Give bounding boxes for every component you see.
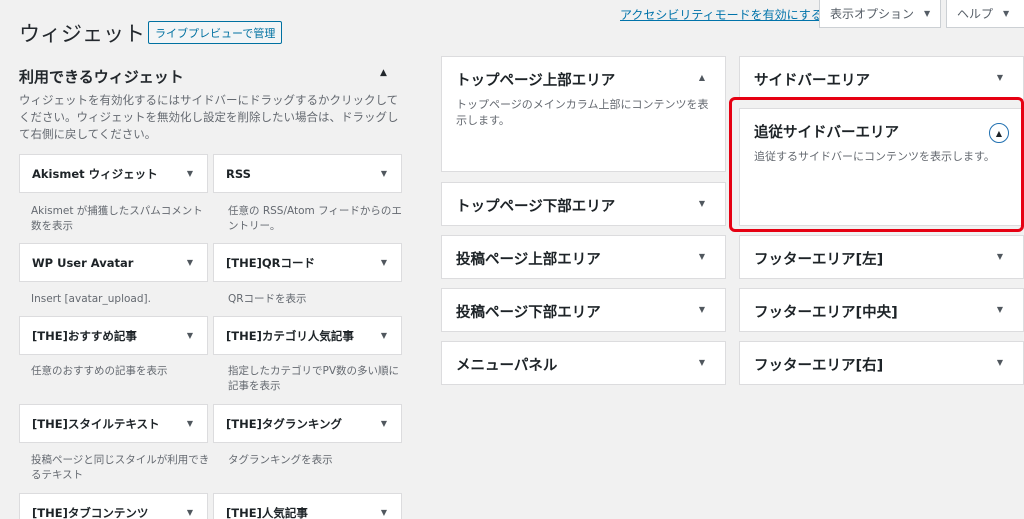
- page-title: ウィジェット: [19, 22, 145, 46]
- area-title: 投稿ページ下部エリア: [456, 305, 601, 321]
- caret-down-icon: ▼: [924, 9, 931, 18]
- available-widgets-title: 利用できるウィジェット: [19, 68, 184, 86]
- area-title: サイドバーエリア: [754, 73, 870, 89]
- area-top-upper[interactable]: トップページ上部エリア ▲ トップページのメインカラム上部にコンテンツを表示しま…: [441, 56, 726, 172]
- widget-tab-contents[interactable]: [THE]タブコンテンツ ▼: [19, 493, 208, 519]
- caret-down-icon[interactable]: ▼: [997, 252, 1003, 261]
- area-footer-right[interactable]: フッターエリア[右] ▼: [739, 341, 1024, 385]
- screen-options-button[interactable]: 表示オプション ▼: [819, 0, 942, 28]
- widget-title: [THE]カテゴリ人気記事: [226, 328, 354, 343]
- caret-down-icon[interactable]: ▼: [381, 419, 387, 428]
- collapse-up-icon[interactable]: ▲: [380, 68, 387, 78]
- widget-description: Insert [avatar_upload].: [31, 293, 151, 305]
- area-title: トップページ下部エリア: [456, 199, 616, 215]
- widget-tag-ranking[interactable]: [THE]タグランキング ▼: [213, 404, 402, 443]
- area-description: トップページのメインカラム上部にコンテンツを表示します。: [456, 98, 709, 127]
- caret-down-icon[interactable]: ▼: [699, 252, 705, 261]
- screen-options-label: 表示オプション: [830, 7, 915, 21]
- highlight-box: [729, 97, 1024, 232]
- caret-down-icon[interactable]: ▼: [699, 199, 705, 208]
- widget-style-text[interactable]: [THE]スタイルテキスト ▼: [19, 404, 208, 443]
- caret-down-icon[interactable]: ▼: [187, 508, 193, 517]
- help-button[interactable]: ヘルプ ▼: [946, 0, 1024, 28]
- caret-down-icon[interactable]: ▼: [381, 331, 387, 340]
- widget-description: Akismet が捕獲したスパムコメント数を表示: [31, 205, 203, 232]
- widget-title: [THE]QRコード: [226, 255, 315, 270]
- widget-akismet[interactable]: Akismet ウィジェット ▼: [19, 154, 208, 193]
- widget-title: [THE]スタイルテキスト: [32, 416, 160, 431]
- accessibility-mode-link[interactable]: アクセシビリティモードを有効にする: [620, 6, 823, 23]
- widget-title: [THE]人気記事: [226, 505, 308, 519]
- caret-down-icon[interactable]: ▼: [381, 258, 387, 267]
- widget-qr-code[interactable]: [THE]QRコード ▼: [213, 243, 402, 282]
- area-footer-center[interactable]: フッターエリア[中央] ▼: [739, 288, 1024, 332]
- caret-down-icon: ▼: [1003, 9, 1010, 18]
- widget-description: タグランキングを表示: [228, 454, 333, 466]
- area-title: 投稿ページ上部エリア: [456, 252, 601, 268]
- area-post-upper[interactable]: 投稿ページ上部エリア ▼: [441, 235, 726, 279]
- widget-title: [THE]タブコンテンツ: [32, 505, 149, 519]
- caret-down-icon[interactable]: ▼: [699, 305, 705, 314]
- available-widgets-description: ウィジェットを有効化するにはサイドバーにドラッグするかクリックしてください。ウィ…: [19, 93, 399, 141]
- widget-title: Akismet ウィジェット: [32, 166, 158, 181]
- widget-category-popular-posts[interactable]: [THE]カテゴリ人気記事 ▼: [213, 316, 402, 355]
- widget-recommended-posts[interactable]: [THE]おすすめ記事 ▼: [19, 316, 208, 355]
- widget-description: 任意の RSS/Atom フィードからのエントリー。: [228, 205, 402, 232]
- caret-down-icon[interactable]: ▼: [381, 508, 387, 517]
- area-title: フッターエリア[右]: [754, 358, 884, 374]
- help-label: ヘルプ: [957, 7, 994, 21]
- manage-live-preview-button[interactable]: ライブプレビューで管理: [148, 21, 283, 44]
- area-title: フッターエリア[中央]: [754, 305, 898, 321]
- area-footer-left[interactable]: フッターエリア[左] ▼: [739, 235, 1024, 279]
- area-title: メニューパネル: [456, 358, 558, 374]
- widget-title: [THE]タグランキング: [226, 416, 342, 431]
- widget-description: QRコードを表示: [228, 293, 307, 305]
- area-post-lower[interactable]: 投稿ページ下部エリア ▼: [441, 288, 726, 332]
- caret-down-icon[interactable]: ▼: [699, 358, 705, 367]
- area-top-lower[interactable]: トップページ下部エリア ▼: [441, 182, 726, 226]
- area-title: フッターエリア[左]: [754, 252, 884, 268]
- area-title: トップページ上部エリア: [456, 73, 616, 89]
- widget-title: [THE]おすすめ記事: [32, 328, 137, 343]
- area-menu-panel[interactable]: メニューパネル ▼: [441, 341, 726, 385]
- widget-description: 投稿ページと同じスタイルが利用できるテキスト: [31, 454, 210, 481]
- area-sidebar[interactable]: サイドバーエリア ▼: [739, 56, 1024, 100]
- caret-down-icon[interactable]: ▼: [187, 258, 193, 267]
- widget-popular-posts[interactable]: [THE]人気記事 ▼: [213, 493, 402, 519]
- widget-description: 任意のおすすめの記事を表示: [31, 365, 168, 377]
- widget-wp-user-avatar[interactable]: WP User Avatar ▼: [19, 243, 208, 282]
- caret-down-icon[interactable]: ▼: [187, 419, 193, 428]
- caret-down-icon[interactable]: ▼: [997, 305, 1003, 314]
- widget-description: 指定したカテゴリでPV数の多い順に記事を表示: [228, 365, 400, 392]
- caret-down-icon[interactable]: ▼: [997, 73, 1003, 82]
- caret-down-icon[interactable]: ▼: [997, 358, 1003, 367]
- caret-down-icon[interactable]: ▼: [187, 169, 193, 178]
- caret-down-icon[interactable]: ▼: [381, 169, 387, 178]
- caret-up-icon[interactable]: ▲: [699, 73, 705, 82]
- widget-title: RSS: [226, 166, 251, 181]
- caret-down-icon[interactable]: ▼: [187, 331, 193, 340]
- widget-rss[interactable]: RSS ▼: [213, 154, 402, 193]
- widget-title: WP User Avatar: [32, 255, 134, 270]
